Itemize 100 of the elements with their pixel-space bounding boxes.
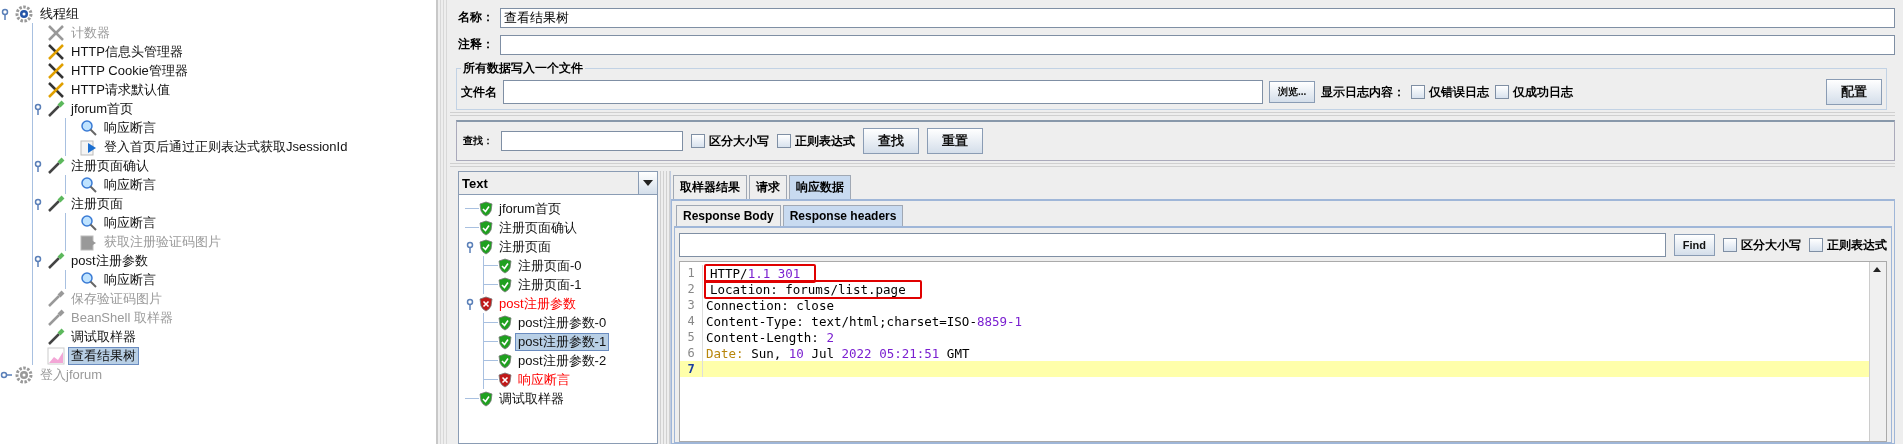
check-shield-icon: [498, 257, 512, 274]
arrow-page-icon: [80, 137, 98, 156]
dropdown-arrow-icon: [643, 180, 653, 186]
scrollbar[interactable]: [1869, 262, 1886, 441]
tree-item[interactable]: HTTP信息头管理器: [68, 42, 186, 61]
line-number: 7: [680, 361, 703, 377]
comment-field[interactable]: [500, 34, 1895, 55]
result-item[interactable]: 响应断言: [515, 370, 573, 389]
code-line: Date: Sun, 10 Jul 2022 05:21:51 GMT: [705, 345, 970, 361]
checkbox-label: 区分大小写: [709, 132, 769, 150]
checkbox[interactable]: [1495, 85, 1510, 99]
find-button[interactable]: Find: [1673, 234, 1715, 256]
tab[interactable]: 请求: [749, 175, 787, 199]
checkbox-label: 仅错误日志: [1429, 83, 1490, 101]
code-editor[interactable]: 1 HTTP/1.1 301 2 Location: forums/list.page 3 Connection: close 4 Content-Type: text/html;charset=ISO-8859-1 5 Content-Length: 2 6 Date: Sun, 10 Jul 2022 05:21:51 GMT 7: [679, 261, 1887, 442]
code-line: Connection: close: [705, 297, 834, 313]
gear-icon: [14, 365, 34, 384]
tree-item[interactable]: 调试取样器: [68, 327, 139, 346]
result-item[interactable]: 注册页面确认: [496, 218, 580, 237]
result-item[interactable]: 注册页面-0: [515, 256, 585, 275]
checkbox[interactable]: [1723, 238, 1737, 252]
checkbox[interactable]: [691, 134, 705, 148]
field-label: 注释：: [458, 36, 494, 53]
reset-button[interactable]: 重置: [927, 128, 983, 154]
arrow-page-icon: [80, 232, 98, 251]
pipette-icon: [47, 99, 65, 118]
gear-icon: [14, 4, 34, 23]
pipette-icon: [47, 327, 65, 346]
code-line: Content-Length: 2: [705, 329, 834, 345]
check-shield-icon: [479, 200, 493, 217]
tree-item[interactable]: 响应断言: [101, 213, 159, 232]
line-number: 1: [680, 265, 703, 281]
tools-icon: [47, 23, 65, 42]
check-shield-icon: [498, 314, 512, 331]
find-button[interactable]: 查找: [863, 128, 919, 154]
result-item[interactable]: post注册参数-0: [515, 313, 610, 332]
check-shield-icon: [498, 333, 512, 350]
result-item[interactable]: post注册参数-2: [515, 351, 610, 370]
tree-item[interactable]: 登入首页后通过正则表达式获取JsessionId: [101, 137, 351, 156]
check-shield-icon: [479, 390, 493, 407]
magnifier-icon: [80, 213, 98, 232]
group-title: 所有数据写入一个文件: [462, 60, 584, 77]
magnifier-icon: [80, 118, 98, 137]
config-button[interactable]: 配置: [1826, 79, 1882, 105]
pipette-icon: [47, 308, 65, 327]
error-shield-icon: [479, 295, 493, 312]
check-shield-icon: [479, 219, 493, 236]
pipette-icon: [47, 194, 65, 213]
log-label: 显示日志内容：: [1321, 83, 1406, 101]
line-number: 3: [680, 297, 703, 313]
result-item[interactable]: 调试取样器: [496, 389, 567, 408]
checkbox[interactable]: [1809, 238, 1823, 252]
tree-item[interactable]: HTTP请求默认值: [68, 80, 173, 99]
find-field[interactable]: [679, 233, 1666, 257]
checkbox-label: 区分大小写: [1741, 236, 1801, 254]
tree-item[interactable]: 响应断言: [101, 118, 159, 137]
browse-button[interactable]: 浏览...: [1269, 81, 1316, 103]
tab[interactable]: 响应数据: [789, 175, 851, 199]
result-item[interactable]: 注册页面-1: [515, 275, 585, 294]
result-item[interactable]: jforum首页: [496, 199, 565, 218]
checkbox-label: 仅成功日志: [1513, 83, 1574, 101]
field-label: 名称：: [458, 9, 494, 26]
tree-item[interactable]: 线程组: [37, 4, 82, 23]
tab[interactable]: 取样器结果: [673, 175, 747, 199]
tree-item[interactable]: 查看结果树: [68, 346, 139, 365]
check-shield-icon: [479, 238, 493, 255]
code-line: HTTP/1.1 301: [709, 265, 801, 281]
magnifier-icon: [80, 270, 98, 289]
tree-item[interactable]: post注册参数: [68, 251, 151, 270]
tools-icon: [47, 42, 65, 61]
field-label: 文件名: [461, 83, 497, 101]
pipette-icon: [47, 289, 65, 308]
name-field[interactable]: 查看结果树: [500, 7, 1895, 28]
tab[interactable]: Response headers: [782, 205, 904, 226]
tab[interactable]: Response Body: [676, 205, 781, 226]
tree-item[interactable]: 注册页面确认: [68, 156, 152, 175]
checkbox[interactable]: [777, 134, 791, 148]
result-item[interactable]: 注册页面: [496, 237, 554, 256]
line-number: 4: [680, 313, 703, 329]
result-item[interactable]: post注册参数-1: [515, 332, 610, 351]
result-item[interactable]: post注册参数: [496, 294, 579, 313]
pipette-icon: [47, 156, 65, 175]
file-name-field[interactable]: [503, 80, 1263, 104]
checkbox-label: 正则表达式: [1827, 236, 1887, 254]
error-shield-icon: [498, 371, 512, 388]
checkbox[interactable]: [1411, 85, 1426, 99]
tree-item[interactable]: 响应断言: [101, 175, 159, 194]
tree-item[interactable]: HTTP Cookie管理器: [68, 61, 191, 80]
code-line: Location: forums/list.page: [709, 281, 906, 297]
renderer-dropdown[interactable]: Text: [458, 171, 658, 195]
tree-item[interactable]: 注册页面: [68, 194, 126, 213]
check-shield-icon: [498, 352, 512, 369]
line-number: 2: [680, 281, 703, 297]
tools-icon: [47, 80, 65, 99]
tree-item[interactable]: jforum首页: [68, 99, 137, 118]
search-label: 查找：: [463, 134, 493, 148]
pipette-icon: [47, 251, 65, 270]
code-line: Content-Type: text/html;charset=ISO-8859-1: [705, 313, 1023, 329]
tree-item[interactable]: 响应断言: [101, 270, 159, 289]
search-field[interactable]: [501, 131, 683, 151]
